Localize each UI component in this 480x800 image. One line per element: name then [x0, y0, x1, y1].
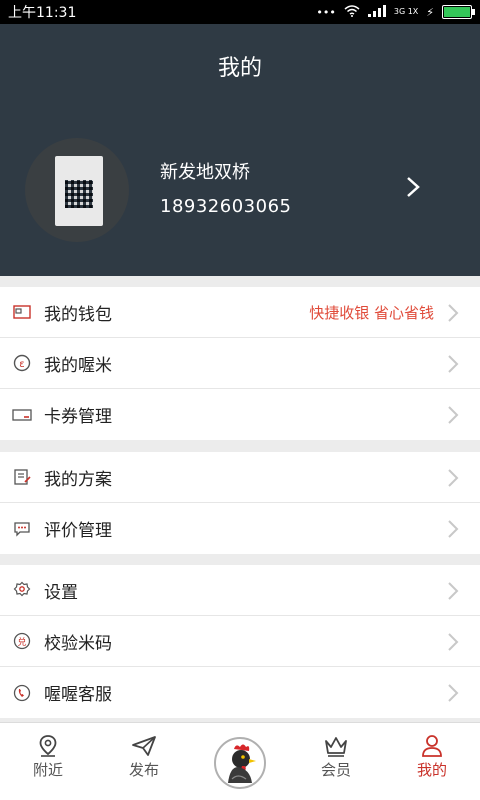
status-icons: ••• 3G 1X ⚡: [316, 4, 475, 20]
rooster-icon: [228, 744, 256, 783]
comment-icon: [12, 519, 32, 539]
nav-label: 附近: [32, 761, 63, 779]
menu-item-settings[interactable]: 设置: [0, 565, 480, 616]
chevron-right-icon: [448, 355, 459, 373]
chevron-right-icon: [448, 406, 459, 424]
phone-icon: [12, 683, 32, 703]
menu-item-label: 喔喔客服: [44, 685, 112, 705]
menu-item-label: 我的喔米: [44, 355, 112, 376]
menu-group-settings: 设置 兑 校验米码 喔喔客服: [0, 565, 480, 718]
wifi-icon: [344, 4, 360, 20]
wallet-icon: [12, 302, 32, 322]
chevron-right-icon: [448, 582, 459, 600]
nav-label: 会员: [320, 761, 351, 779]
menu-item-label: 设置: [44, 582, 78, 603]
chevron-right-icon: [448, 684, 459, 702]
verify-code-icon: 兑: [12, 631, 32, 651]
paper-plane-icon: [114, 733, 174, 759]
status-time: 上午11:31: [8, 5, 77, 21]
avatar[interactable]: [25, 138, 129, 242]
chevron-right-icon: [448, 304, 459, 322]
menu-item-wallet[interactable]: 我的钱包 快捷收银 省心省钱: [0, 287, 480, 338]
menu-item-label: 校验米码: [44, 633, 112, 654]
location-pin-icon: [18, 733, 78, 759]
menu-group-plans: 我的方案 评价管理: [0, 452, 480, 554]
page-title: 我的: [217, 56, 262, 81]
profile-header: 我的 新发地双桥 18932603065: [0, 24, 480, 276]
nav-mine[interactable]: 我的: [402, 733, 462, 780]
user-name[interactable]: 新发地双桥: [160, 158, 250, 184]
nav-label: 我的: [416, 761, 447, 779]
rooster-logo-button[interactable]: [214, 737, 266, 789]
menu-item-label: 卡券管理: [44, 407, 112, 427]
chevron-right-icon: [448, 633, 459, 651]
wallet-promo-text: 快捷收银 省心省钱: [309, 303, 434, 322]
signal-dots-icon: •••: [316, 5, 336, 19]
wome-coin-icon: ε: [12, 353, 32, 373]
menu-item-customer-service[interactable]: 喔喔客服: [0, 667, 480, 718]
plan-edit-icon: [12, 467, 32, 487]
menu-item-coupons[interactable]: 卡券管理: [0, 389, 480, 440]
battery-icon: [442, 5, 475, 19]
nav-label: 发布: [128, 761, 159, 779]
qr-code-icon: [65, 180, 93, 208]
nav-member[interactable]: 会员: [306, 733, 366, 780]
menu-item-reviews[interactable]: 评价管理: [0, 503, 480, 554]
gear-icon: [12, 580, 32, 600]
network-type: 3G 1X: [393, 7, 419, 16]
cell-signal-icon: [367, 4, 386, 20]
menu-item-label: 评价管理: [44, 521, 112, 541]
user-icon: [402, 733, 462, 759]
menu-item-label: 我的方案: [44, 469, 112, 490]
status-bar: 上午11:31 ••• 3G 1X ⚡: [0, 0, 480, 24]
user-phone[interactable]: 18932603065: [160, 196, 291, 217]
menu-item-plans[interactable]: 我的方案: [0, 452, 480, 503]
charging-icon: ⚡: [426, 5, 434, 19]
svg-text:ε: ε: [19, 359, 24, 370]
menu-item-label: 我的钱包: [44, 304, 112, 325]
crown-icon: [306, 733, 366, 759]
coupon-card-icon: [12, 405, 32, 425]
menu-item-verify-code[interactable]: 兑 校验米码: [0, 616, 480, 667]
menu-item-wome[interactable]: ε 我的喔米: [0, 338, 480, 389]
nav-nearby[interactable]: 附近: [18, 733, 78, 780]
chevron-right-icon[interactable]: [402, 176, 424, 198]
avatar-card-image: [55, 156, 103, 226]
bottom-nav: 附近 发布 会员 我的: [0, 722, 480, 800]
menu-group-wallet: 我的钱包 快捷收银 省心省钱 ε 我的喔米 卡券管理: [0, 287, 480, 440]
nav-publish[interactable]: 发布: [114, 733, 174, 780]
svg-text:兑: 兑: [17, 636, 26, 648]
chevron-right-icon: [448, 469, 459, 487]
chevron-right-icon: [448, 520, 459, 538]
